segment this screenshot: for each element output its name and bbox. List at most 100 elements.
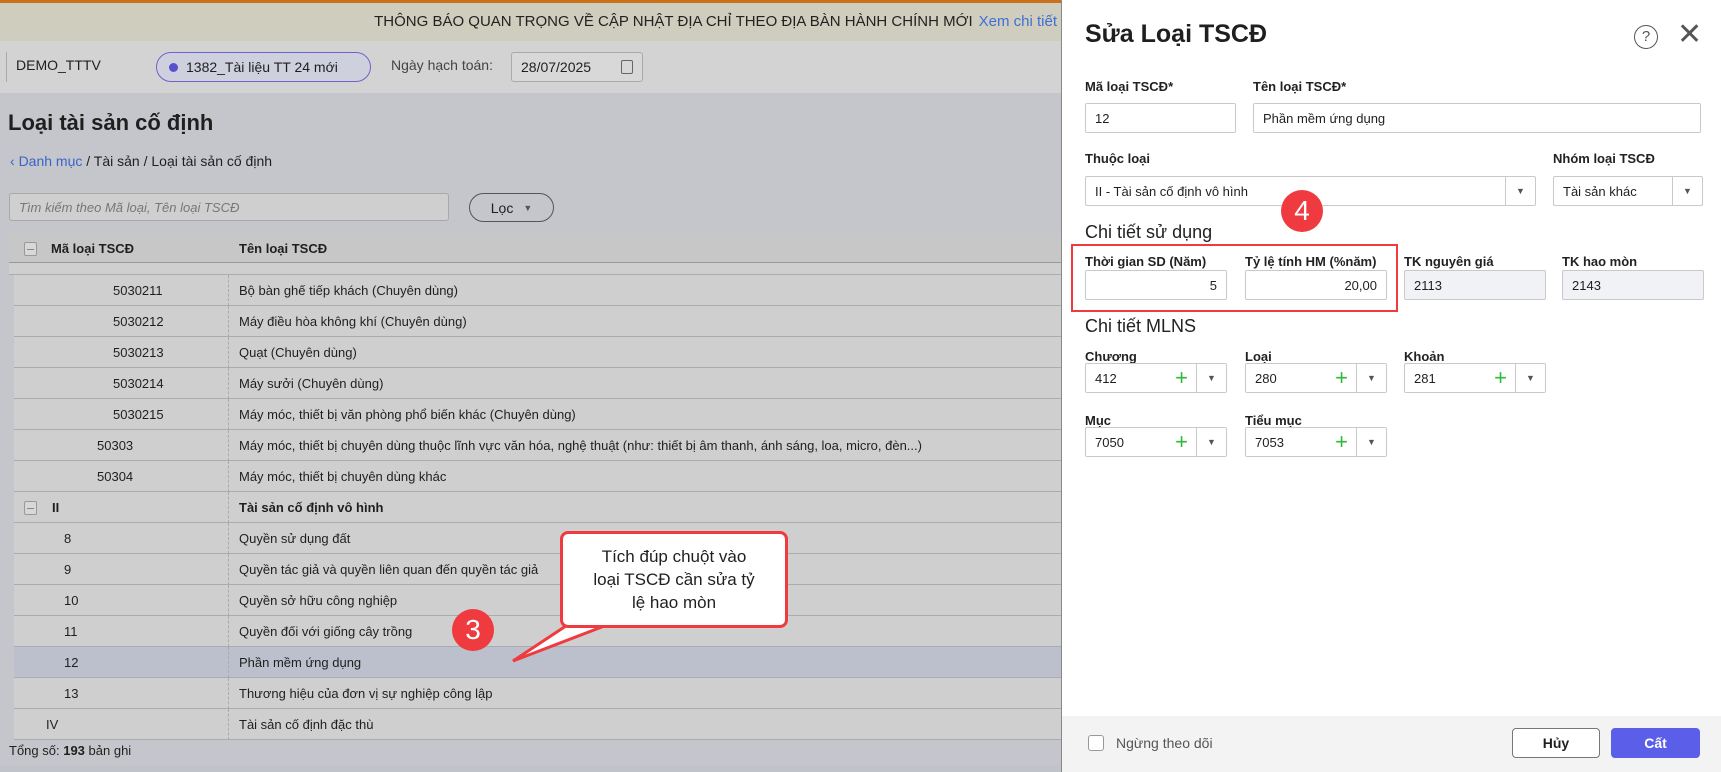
filter-button[interactable]: Lọc ▼ [469,193,554,222]
calendar-icon[interactable] [621,60,633,74]
mlns-select[interactable]: 7050 + ▼ [1085,427,1227,457]
column-divider [228,585,229,616]
total-count: Tổng số: 193 bản ghi [9,743,132,758]
table-row[interactable]: 5030211 Bộ bàn ghế tiếp khách (Chuyên dùn… [14,275,1061,306]
page-title: Loại tài sản cố định [8,110,214,135]
code-input[interactable]: 12 [1085,103,1236,133]
row-name: Máy sưởi (Chuyên dùng) [239,376,384,391]
table-row[interactable]: 13 Thương hiệu của đơn vị sự nghiệp công … [14,678,1061,709]
row-name: Quyền sử dụng đất [239,531,351,546]
dialog-title: Sửa Loại TSCĐ [1085,20,1268,48]
mlns-select[interactable]: 280 + ▼ [1245,363,1387,393]
step-3-badge: 3 [452,609,494,651]
row-code: 5030213 [113,345,164,360]
add-icon[interactable]: + [1335,430,1348,454]
row-code: IV [46,717,59,732]
save-button[interactable]: Cất [1611,728,1700,758]
name-input[interactable]: Phần mềm ứng dụng [1253,103,1701,133]
row-code: 5030212 [113,314,164,329]
column-divider [228,647,229,678]
column-header-code: Mã loại TSCĐ [51,241,135,256]
row-name: Máy móc, thiết bị văn phòng phổ biến khá… [239,407,576,422]
callout-box: Tích đúp chuột vào loại TSCĐ cần sửa tỷ … [560,531,788,628]
useful-life-input[interactable]: 5 [1085,270,1227,300]
mlns-select[interactable]: 412 + ▼ [1085,363,1227,393]
dataset-dot-icon [169,62,178,72]
table-row[interactable]: II Tài sản cố định vô hình [14,492,1061,523]
row-name: Máy móc, thiết bị chuyên dùng khác [239,469,447,484]
breadcrumb: ‹ Danh mục / Tài sản / Loại tài sản cố đ… [10,153,273,169]
table-row[interactable]: 5030214 Máy sưởi (Chuyên dùng) [14,368,1061,399]
column-divider [228,709,229,740]
column-divider [228,306,229,337]
posting-date-input[interactable]: 28/07/2025 [511,52,643,82]
group-select[interactable]: Tài sản khác ▼ [1553,176,1703,206]
close-icon[interactable]: ✕ [1677,17,1702,52]
dialog-footer: Ngừng theo dõi Hủy Cất [1062,716,1721,772]
chevron-down-icon[interactable]: ▼ [1196,364,1226,392]
chevron-down-icon[interactable]: ▼ [1505,177,1535,205]
footer-strip [0,765,1061,772]
chevron-down-icon[interactable]: ▼ [1356,364,1386,392]
row-code: 8 [64,531,72,546]
table-row[interactable]: 5030212 Máy điều hòa không khí (Chuyên dù… [14,306,1061,337]
cost-account-input[interactable]: 2113 [1404,270,1546,300]
table-row[interactable]: IV Tài sản cố định đặc thù [14,709,1061,740]
collapse-all-icon[interactable] [24,242,37,256]
parent-type-label: Thuộc loại [1085,151,1150,166]
depreciation-rate-input[interactable]: 20,00 [1245,270,1387,300]
add-icon[interactable]: + [1175,366,1188,390]
chevron-down-icon[interactable]: ▼ [1672,177,1702,205]
mlns-value: 412 [1095,370,1117,386]
column-divider [228,430,229,461]
add-icon[interactable]: + [1494,366,1507,390]
banner-link[interactable]: Xem chi tiết [979,13,1057,30]
chevron-down-icon[interactable]: ▼ [1515,364,1545,392]
table-row[interactable]: 5030213 Quạt (Chuyên dùng) [14,337,1061,368]
date-label: Ngày hạch toán: [391,57,493,73]
mlns-label: Tiểu mục [1245,413,1302,428]
top-header: DEMO_TTTV 1382_Tài liệu TT 24 mới Ngày h… [0,41,1061,93]
cost-account-label: TK nguyên giá [1404,254,1494,269]
stop-tracking-checkbox[interactable] [1088,735,1104,751]
step-4-badge: 4 [1281,190,1323,232]
depreciation-account-input[interactable]: 2143 [1562,270,1704,300]
dataset-selector[interactable]: 1382_Tài liệu TT 24 mới [156,52,371,82]
column-divider [228,337,229,368]
depreciation-account-label: TK hao mòn [1562,254,1638,269]
mlns-value: 7050 [1095,434,1124,450]
chevron-down-icon[interactable]: ▼ [1196,428,1226,456]
add-icon[interactable]: + [1175,430,1188,454]
mlns-label: Khoản [1404,349,1445,364]
table-row[interactable]: 5030215 Máy móc, thiết bị văn phòng phổ b… [14,399,1061,430]
column-divider [228,678,229,709]
row-name: Phần mềm ứng dụng [239,655,362,670]
stop-tracking-label: Ngừng theo dõi [1116,735,1213,751]
column-divider [228,275,229,306]
row-code: 10 [64,593,79,608]
row-name: Tài sản cố định đặc thù [239,717,374,732]
breadcrumb-back-link[interactable]: ‹ Danh mục [10,153,82,169]
row-name: Quyền đối với giống cây trồng [239,624,413,639]
collapse-icon[interactable] [24,501,37,515]
section-mlns-title: Chi tiết MLNS [1085,316,1197,336]
row-code: 50303 [97,438,134,453]
table-row[interactable]: 50304 Máy móc, thiết bị chuyên dùng khác [14,461,1061,492]
row-code: 9 [64,562,72,577]
chevron-down-icon[interactable]: ▼ [1356,428,1386,456]
help-icon[interactable]: ? [1634,25,1658,49]
name-label: Tên loại TSCĐ* [1253,79,1347,94]
cancel-button[interactable]: Hủy [1512,728,1600,758]
add-icon[interactable]: + [1335,366,1348,390]
column-divider [228,616,229,647]
org-name: DEMO_TTTV [16,57,101,73]
column-divider [228,554,229,585]
search-input[interactable]: Tìm kiếm theo Mã loại, Tên loại TSCĐ [9,193,449,221]
mlns-label: Mục [1085,413,1111,428]
mlns-select[interactable]: 7053 + ▼ [1245,427,1387,457]
mlns-select[interactable]: 281 + ▼ [1404,363,1546,393]
edit-dialog: Sửa Loại TSCĐ ? ✕ Mã loại TSCĐ* 12 Tên l… [1061,0,1721,772]
table-row[interactable]: 50303 Máy móc, thiết bị chuyên dùng thuộc… [14,430,1061,461]
row-code: 5030211 [113,283,163,298]
row-name: Quạt (Chuyên dùng) [239,345,357,360]
